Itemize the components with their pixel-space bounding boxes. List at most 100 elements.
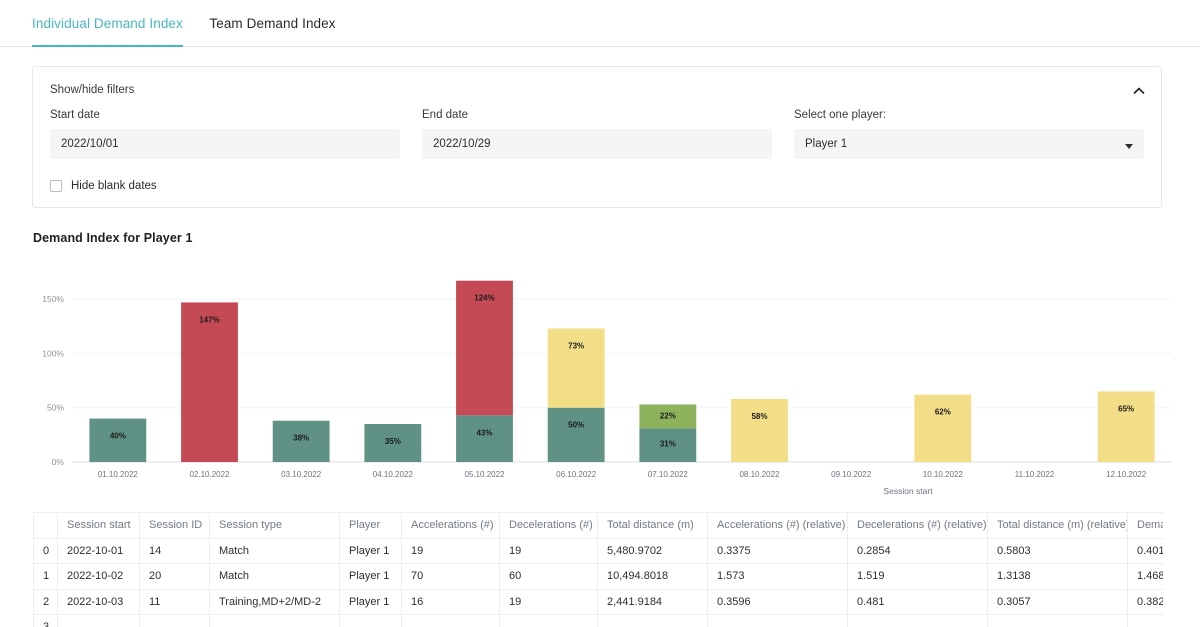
demand-index-chart: 0% 50% 100% 150% 40% 01.10.2022 147% 02.10.2022… (20, 262, 1180, 502)
table-cell: 70 (401, 563, 500, 590)
table-cell: 14 (139, 537, 210, 564)
hide-blank-dates-checkbox[interactable]: Hide blank dates (50, 180, 157, 192)
tab-team-demand-index[interactable]: Team Demand Index (209, 0, 335, 45)
table-cell: 1.4686 (1127, 563, 1163, 590)
table-row[interactable]: 2 2022-10-03 11 Training,MD+2/MD-2 Player 11… (33, 588, 1163, 615)
table-header-decelerations[interactable]: Decelerations (#) (499, 512, 598, 539)
tab-individual-demand-index[interactable]: Individual Demand Index (32, 0, 183, 47)
table-cell: 19 (499, 537, 598, 564)
table-cell: Match (209, 537, 340, 564)
table-header-demand-index[interactable]: Demand Index (1127, 512, 1163, 539)
chart-svg: 0% 50% 100% 150% 40% 01.10.2022 147% 02.10.2022… (42, 280, 1172, 496)
y-axis-tick-label: 100% (42, 348, 64, 358)
end-date-field: End date 2022/10/29 (422, 109, 772, 159)
table-cell (499, 614, 598, 627)
start-date-label: Start date (50, 109, 100, 121)
filter-panel: Show/hide filters Start date 2022/10/01 … (32, 66, 1162, 208)
checkbox-box-icon (50, 180, 62, 192)
bar-value-label: 38% (293, 434, 309, 443)
table-header-accelerations[interactable]: Accelerations (#) (401, 512, 500, 539)
bar-segment[interactable] (731, 399, 788, 462)
bar-value-label: 147% (199, 315, 219, 324)
table-cell-index: 3 (33, 614, 58, 627)
end-date-label: End date (422, 109, 469, 121)
bar-value-label: 124% (474, 294, 494, 303)
table-cell-index: 1 (33, 563, 58, 590)
x-axis-tick-label: 02.10.2022 (189, 470, 230, 479)
y-axis-tick-label: 150% (42, 294, 64, 304)
tab-bar: Individual Demand Index Team Demand Inde… (0, 0, 1200, 47)
bar-value-label: 22% (660, 411, 676, 420)
y-axis-tick-label: 50% (47, 403, 64, 413)
table-header-player[interactable]: Player (339, 512, 402, 539)
table-cell (847, 614, 988, 627)
table-cell: 19 (401, 537, 500, 564)
table-cell: Player 1 (339, 563, 402, 590)
bar-value-label: 62% (935, 408, 951, 417)
table-cell: 11 (139, 588, 210, 615)
table-header-total-distance-m[interactable]: Total distance (m) (597, 512, 708, 539)
table-cell (209, 614, 340, 627)
x-axis-tick-label: 05.10.2022 (464, 470, 505, 479)
player-select[interactable]: Player 1 (794, 129, 1144, 159)
bar-value-label: 65% (1118, 404, 1134, 413)
table-cell: 10,494.8018 (597, 563, 708, 590)
x-axis-tick-label: 07.10.2022 (648, 470, 689, 479)
table-cell (1127, 614, 1163, 627)
y-axis-tick-label: 0% (52, 457, 65, 467)
table-cell: 0.3596 (707, 588, 848, 615)
table-cell: Match (209, 563, 340, 590)
table-cell: 0.3375 (707, 537, 848, 564)
table-header-session-start[interactable]: Session start (57, 512, 140, 539)
table-cell: 16 (401, 588, 500, 615)
table-cell: 0.481 (847, 588, 988, 615)
x-axis-tick-label: 04.10.2022 (373, 470, 414, 479)
bar-segment[interactable] (547, 407, 605, 462)
table-cell (987, 614, 1128, 627)
start-date-input[interactable]: 2022/10/01 (50, 129, 400, 159)
bar-segment[interactable] (456, 415, 513, 462)
table-cell: Training,MD+2/MD-2 (209, 588, 340, 615)
table-row[interactable]: 0 2022-10-01 14 Match Player 1 19 19 5,480.9702… (33, 537, 1163, 564)
bar-value-label: 35% (385, 437, 401, 446)
table-cell (597, 614, 708, 627)
table-cell: 1.573 (707, 563, 848, 590)
bar-segment[interactable] (547, 328, 605, 408)
table-cell-index: 2 (33, 588, 58, 615)
table-cell: 2,441.9184 (597, 588, 708, 615)
table-cell (339, 614, 402, 627)
table-cell-index: 0 (33, 537, 58, 564)
bar-segment[interactable] (1097, 391, 1155, 462)
x-axis-tick-label: 08.10.2022 (739, 470, 780, 479)
table-cell: 19 (499, 588, 598, 615)
table-row[interactable]: 1 2022-10-02 20 Match Player 1 70 60 10,494.801… (33, 563, 1163, 590)
bar-value-label: 58% (751, 412, 767, 421)
bar-value-label: 40% (110, 432, 126, 441)
table-row[interactable]: 3 (33, 614, 1163, 627)
bar-segment[interactable] (181, 302, 238, 462)
table-cell (401, 614, 500, 627)
table-cell (139, 614, 210, 627)
table-cell: 20 (139, 563, 210, 590)
table-header-decelerations-relative[interactable]: Decelerations (#) (relative) (847, 512, 988, 539)
table-cell: 1.519 (847, 563, 988, 590)
table-header-row: Session start Session ID Session type Playe… (33, 512, 1163, 539)
table-cell: 0.3821 (1127, 588, 1163, 615)
table-header-accelerations-relative[interactable]: Accelerations (#) (relative) (707, 512, 848, 539)
table-header-session-type[interactable]: Session type (209, 512, 340, 539)
start-date-field: Start date 2022/10/01 (50, 109, 400, 159)
player-select-field: Select one player: Player 1 (794, 109, 1144, 159)
table-header-session-id[interactable]: Session ID (139, 512, 210, 539)
table-header-total-distance-m-relative[interactable]: Total distance (m) (relative) (987, 512, 1128, 539)
session-table: Session start Session ID Session type Playe… (33, 512, 1163, 627)
bar-segment[interactable] (914, 394, 972, 462)
session-table-body: 0 2022-10-01 14 Match Player 1 19 19 5,480.9702… (33, 537, 1163, 627)
chevron-up-icon[interactable] (1131, 83, 1147, 99)
table-cell: 2022-10-03 (57, 588, 140, 615)
filter-panel-header[interactable]: Show/hide filters (33, 67, 1161, 96)
bar-value-label: 43% (476, 428, 492, 437)
session-table-container[interactable]: Session start Session ID Session type Playe… (33, 512, 1163, 627)
table-cell: 1.3138 (987, 563, 1128, 590)
end-date-input[interactable]: 2022/10/29 (422, 129, 772, 159)
table-cell (57, 614, 140, 627)
